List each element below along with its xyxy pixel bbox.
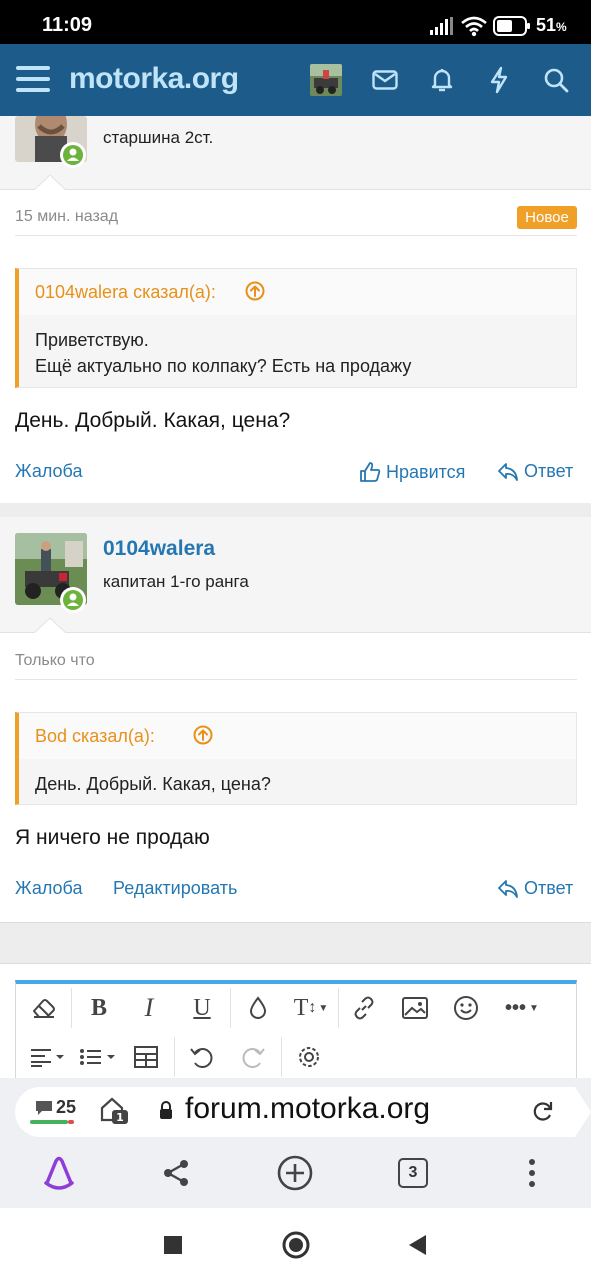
lock-icon	[160, 1101, 172, 1119]
more-options-icon[interactable]: ••• ▼	[498, 990, 546, 1026]
post2-username[interactable]: 0104walera	[103, 537, 215, 561]
arrow-up-circle-icon[interactable]	[245, 281, 265, 301]
arrow-up-circle-icon[interactable]	[193, 725, 213, 745]
bold-button[interactable]: B	[81, 990, 117, 1026]
online-indicator	[60, 142, 86, 168]
menu-icon[interactable]	[16, 64, 50, 94]
eraser-icon[interactable]	[26, 990, 62, 1026]
post2-message: Я ничего не продаю	[15, 826, 210, 849]
report-button[interactable]: Жалоба	[15, 878, 82, 899]
post1-user-title: старшина 2ст.	[103, 128, 214, 147]
quote-line: День. Добрый. Какая, цена?	[35, 774, 271, 794]
post2-user-block	[0, 517, 591, 633]
italic-button[interactable]: I	[131, 990, 167, 1026]
undo-icon[interactable]	[184, 1039, 220, 1075]
edit-button[interactable]: Редактировать	[113, 878, 237, 899]
post1-user-block	[0, 116, 591, 190]
image-icon[interactable]	[397, 990, 433, 1026]
quote-line: Ещё актуально по колпаку? Есть на продаж…	[35, 356, 412, 376]
align-icon[interactable]	[26, 1039, 72, 1075]
signal-icon	[430, 17, 453, 35]
home-tab-icon[interactable]: 1	[100, 1096, 132, 1126]
thumbs-up-icon	[360, 462, 381, 482]
reply-icon	[498, 879, 518, 898]
android-nav-bar	[0, 1208, 591, 1280]
reply-icon	[498, 462, 518, 481]
post2-time[interactable]: Только что	[15, 652, 95, 670]
lightning-icon[interactable]	[481, 62, 517, 98]
recents-icon[interactable]	[164, 1236, 182, 1254]
battery-percent: 51%	[536, 15, 567, 35]
envelope-icon[interactable]	[367, 62, 403, 98]
bell-icon[interactable]	[424, 62, 460, 98]
screen: 11:09 51% motorka.org старшина 2ст. 15 м…	[0, 0, 591, 1280]
status-bar: 11:09 51%	[0, 0, 591, 44]
post-separator	[0, 922, 591, 964]
underline-button[interactable]: U	[184, 990, 220, 1026]
app-header: motorka.org	[0, 44, 591, 116]
new-tab-icon[interactable]	[276, 1154, 314, 1192]
post1-quote: 0104walera сказал(а): Приветствую. Ещё а…	[15, 268, 577, 388]
site-logo[interactable]: motorka.org	[69, 62, 239, 96]
smile-icon[interactable]	[448, 990, 484, 1026]
post2-quote: Bod сказал(а): День. Добрый. Какая, цена…	[15, 712, 577, 805]
quote-author[interactable]: 0104walera сказал(а):	[35, 282, 216, 303]
divider	[15, 679, 577, 680]
search-icon[interactable]	[538, 62, 574, 98]
tabs-button[interactable]: 3	[398, 1158, 428, 1188]
divider	[15, 235, 577, 236]
kebab-menu-icon[interactable]	[522, 1158, 542, 1188]
post1-time[interactable]: 15 мин. назад	[15, 208, 118, 226]
gear-icon[interactable]	[291, 1039, 327, 1075]
quote-author[interactable]: Bod сказал(а):	[35, 726, 155, 747]
post1-message: День. Добрый. Какая, цена?	[15, 409, 291, 432]
like-button[interactable]: Нравится	[359, 461, 465, 483]
home-icon[interactable]	[281, 1230, 311, 1260]
quote-line: Приветствую.	[35, 330, 149, 350]
clock: 11:09	[42, 14, 93, 36]
battery-icon	[493, 16, 530, 36]
post-arrow	[33, 617, 67, 634]
post2-user-title: капитан 1-го ранга	[103, 572, 249, 591]
new-badge: Новое	[517, 206, 577, 229]
table-icon[interactable]	[128, 1039, 164, 1075]
color-drop-icon[interactable]	[240, 990, 276, 1026]
post-arrow	[33, 174, 67, 191]
url-text[interactable]: forum.motorka.org	[185, 1092, 430, 1126]
reload-icon[interactable]	[531, 1099, 555, 1123]
redo-icon[interactable]	[235, 1039, 271, 1075]
font-size-button[interactable]: T ↕ ▼	[286, 990, 336, 1026]
reply-button[interactable]: Ответ	[497, 878, 573, 899]
list-icon[interactable]	[76, 1039, 122, 1075]
post-separator	[0, 503, 591, 517]
comments-counter[interactable]: 25	[30, 1096, 80, 1128]
reply-button[interactable]: Ответ	[497, 461, 573, 482]
speech-bubble-icon	[36, 1101, 52, 1115]
share-icon[interactable]	[162, 1158, 192, 1188]
urlbar-edge	[575, 1087, 591, 1137]
back-icon[interactable]	[406, 1233, 428, 1257]
wifi-icon	[461, 16, 487, 37]
report-button[interactable]: Жалоба	[15, 461, 82, 482]
alice-assistant-icon[interactable]	[40, 1153, 78, 1191]
link-icon[interactable]	[346, 990, 382, 1026]
user-avatar[interactable]	[310, 64, 342, 96]
svg-text:1: 1	[116, 1111, 124, 1124]
online-indicator	[60, 587, 86, 613]
